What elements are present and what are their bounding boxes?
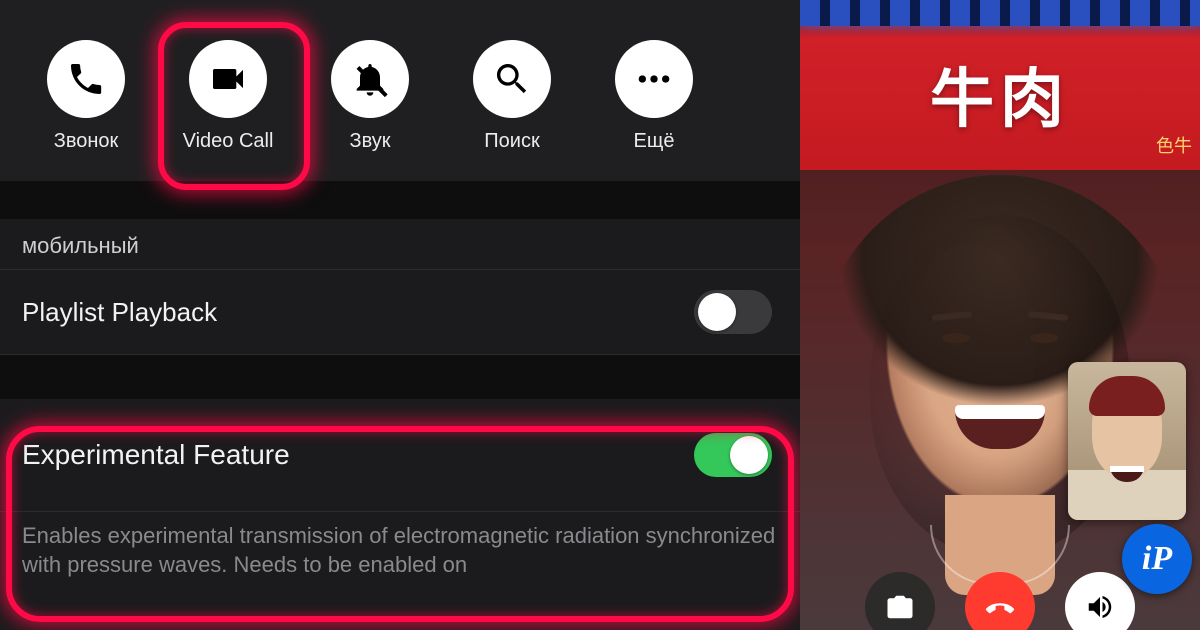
action-row: Звонок Video Call Звук Поиск <box>0 0 800 181</box>
end-call-button[interactable] <box>965 572 1035 630</box>
divider <box>0 181 800 219</box>
experimental-description: Enables experimental transmission of ele… <box>0 512 800 619</box>
video-call-label: Video Call <box>183 130 274 153</box>
playlist-playback-row[interactable]: Playlist Playback <box>0 270 800 355</box>
video-call-action[interactable]: Video Call <box>178 40 278 153</box>
app-screenshot: Звонок Video Call Звук Поиск <box>0 0 1200 630</box>
call-action[interactable]: Звонок <box>36 40 136 153</box>
call-label: Звонок <box>54 130 119 153</box>
experimental-toggle[interactable] <box>694 433 772 477</box>
search-action[interactable]: Поиск <box>462 40 562 153</box>
mobile-section-header: мобильный <box>0 219 800 270</box>
video-icon <box>189 40 267 118</box>
more-action[interactable]: Ещё <box>604 40 704 153</box>
playlist-toggle[interactable] <box>694 290 772 334</box>
phone-icon <box>47 40 125 118</box>
mobile-header-text: мобильный <box>22 233 139 258</box>
self-view-pip[interactable] <box>1068 362 1186 520</box>
contact-panel: Звонок Video Call Звук Поиск <box>0 0 800 630</box>
search-label: Поиск <box>484 130 539 153</box>
search-icon <box>473 40 551 118</box>
sound-action[interactable]: Звук <box>320 40 420 153</box>
divider <box>0 355 800 399</box>
experimental-label: Experimental Feature <box>22 439 290 471</box>
bell-off-icon <box>331 40 409 118</box>
watermark-badge: iP <box>1122 524 1192 594</box>
playlist-label: Playlist Playback <box>22 297 217 328</box>
more-label: Ещё <box>634 130 675 153</box>
experimental-feature-row[interactable]: Experimental Feature <box>0 399 800 512</box>
sound-label: Звук <box>349 130 390 153</box>
video-call-screen: 牛肉 色牛 <box>800 0 1200 630</box>
badge-text: iP <box>1142 540 1172 578</box>
flip-camera-button[interactable] <box>865 572 935 630</box>
speaker-button[interactable] <box>1065 572 1135 630</box>
more-icon <box>615 40 693 118</box>
